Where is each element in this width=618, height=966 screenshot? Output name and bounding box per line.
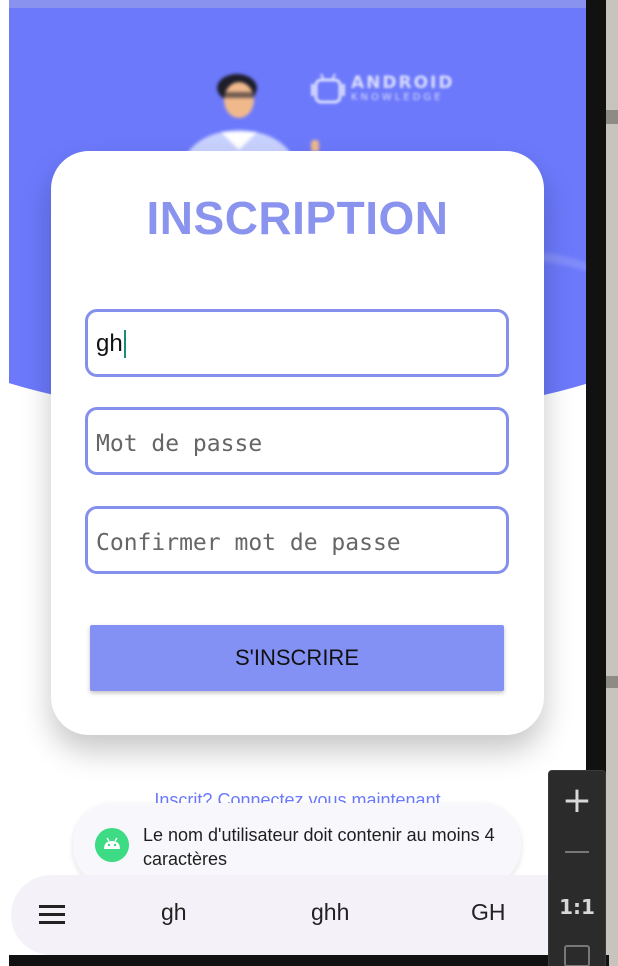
confirm-password-placeholder: Confirmer mot de passe	[96, 530, 401, 556]
emulator-window: ANDROID KNOWLEDGE INSCRIPTION gh Mot de …	[0, 0, 618, 966]
password-field[interactable]: Mot de passe	[85, 407, 509, 475]
device-side-button	[606, 676, 618, 688]
phone-screen: ANDROID KNOWLEDGE INSCRIPTION gh Mot de …	[9, 0, 586, 966]
minus-icon	[565, 851, 589, 853]
menu-icon[interactable]	[39, 905, 65, 925]
toast-text: Le nom d'utilisateur doit contenir au mo…	[143, 825, 495, 869]
actual-size-button[interactable]: 1:1	[549, 881, 605, 933]
suggestion-3[interactable]: GH	[471, 899, 506, 926]
password-placeholder: Mot de passe	[96, 431, 263, 457]
emulator-zoom-panel: + 1:1	[548, 770, 606, 966]
android-icon	[95, 828, 129, 862]
suggestion-1[interactable]: gh	[161, 899, 187, 926]
zoom-out-button[interactable]	[549, 827, 605, 879]
android-robot-icon	[311, 73, 345, 104]
text-cursor	[123, 330, 126, 358]
username-value: gh	[96, 330, 126, 358]
username-field[interactable]: gh	[85, 309, 509, 377]
signup-button[interactable]: S'INSCRIRE	[90, 625, 504, 691]
device-frame-edge	[606, 0, 618, 966]
page-title: INSCRIPTION	[146, 192, 449, 244]
status-bar	[9, 0, 586, 8]
logo-subtext: KNOWLEDGE	[351, 92, 444, 103]
suggestion-2[interactable]: ghh	[311, 899, 349, 926]
logo-text: ANDROID	[351, 73, 455, 93]
android-knowledge-logo: ANDROID KNOWLEDGE	[311, 70, 471, 112]
zoom-in-button[interactable]: +	[549, 775, 605, 827]
device-bottom-bezel	[9, 955, 609, 966]
keyboard-suggestion-bar: gh ghh GH	[11, 875, 611, 955]
fit-screen-icon	[564, 945, 590, 966]
confirm-password-field[interactable]: Confirmer mot de passe	[85, 506, 509, 574]
device-side-button	[606, 110, 618, 124]
fit-screen-button[interactable]	[549, 931, 605, 966]
signup-card: INSCRIPTION gh Mot de passe Confirmer mo…	[51, 151, 544, 735]
